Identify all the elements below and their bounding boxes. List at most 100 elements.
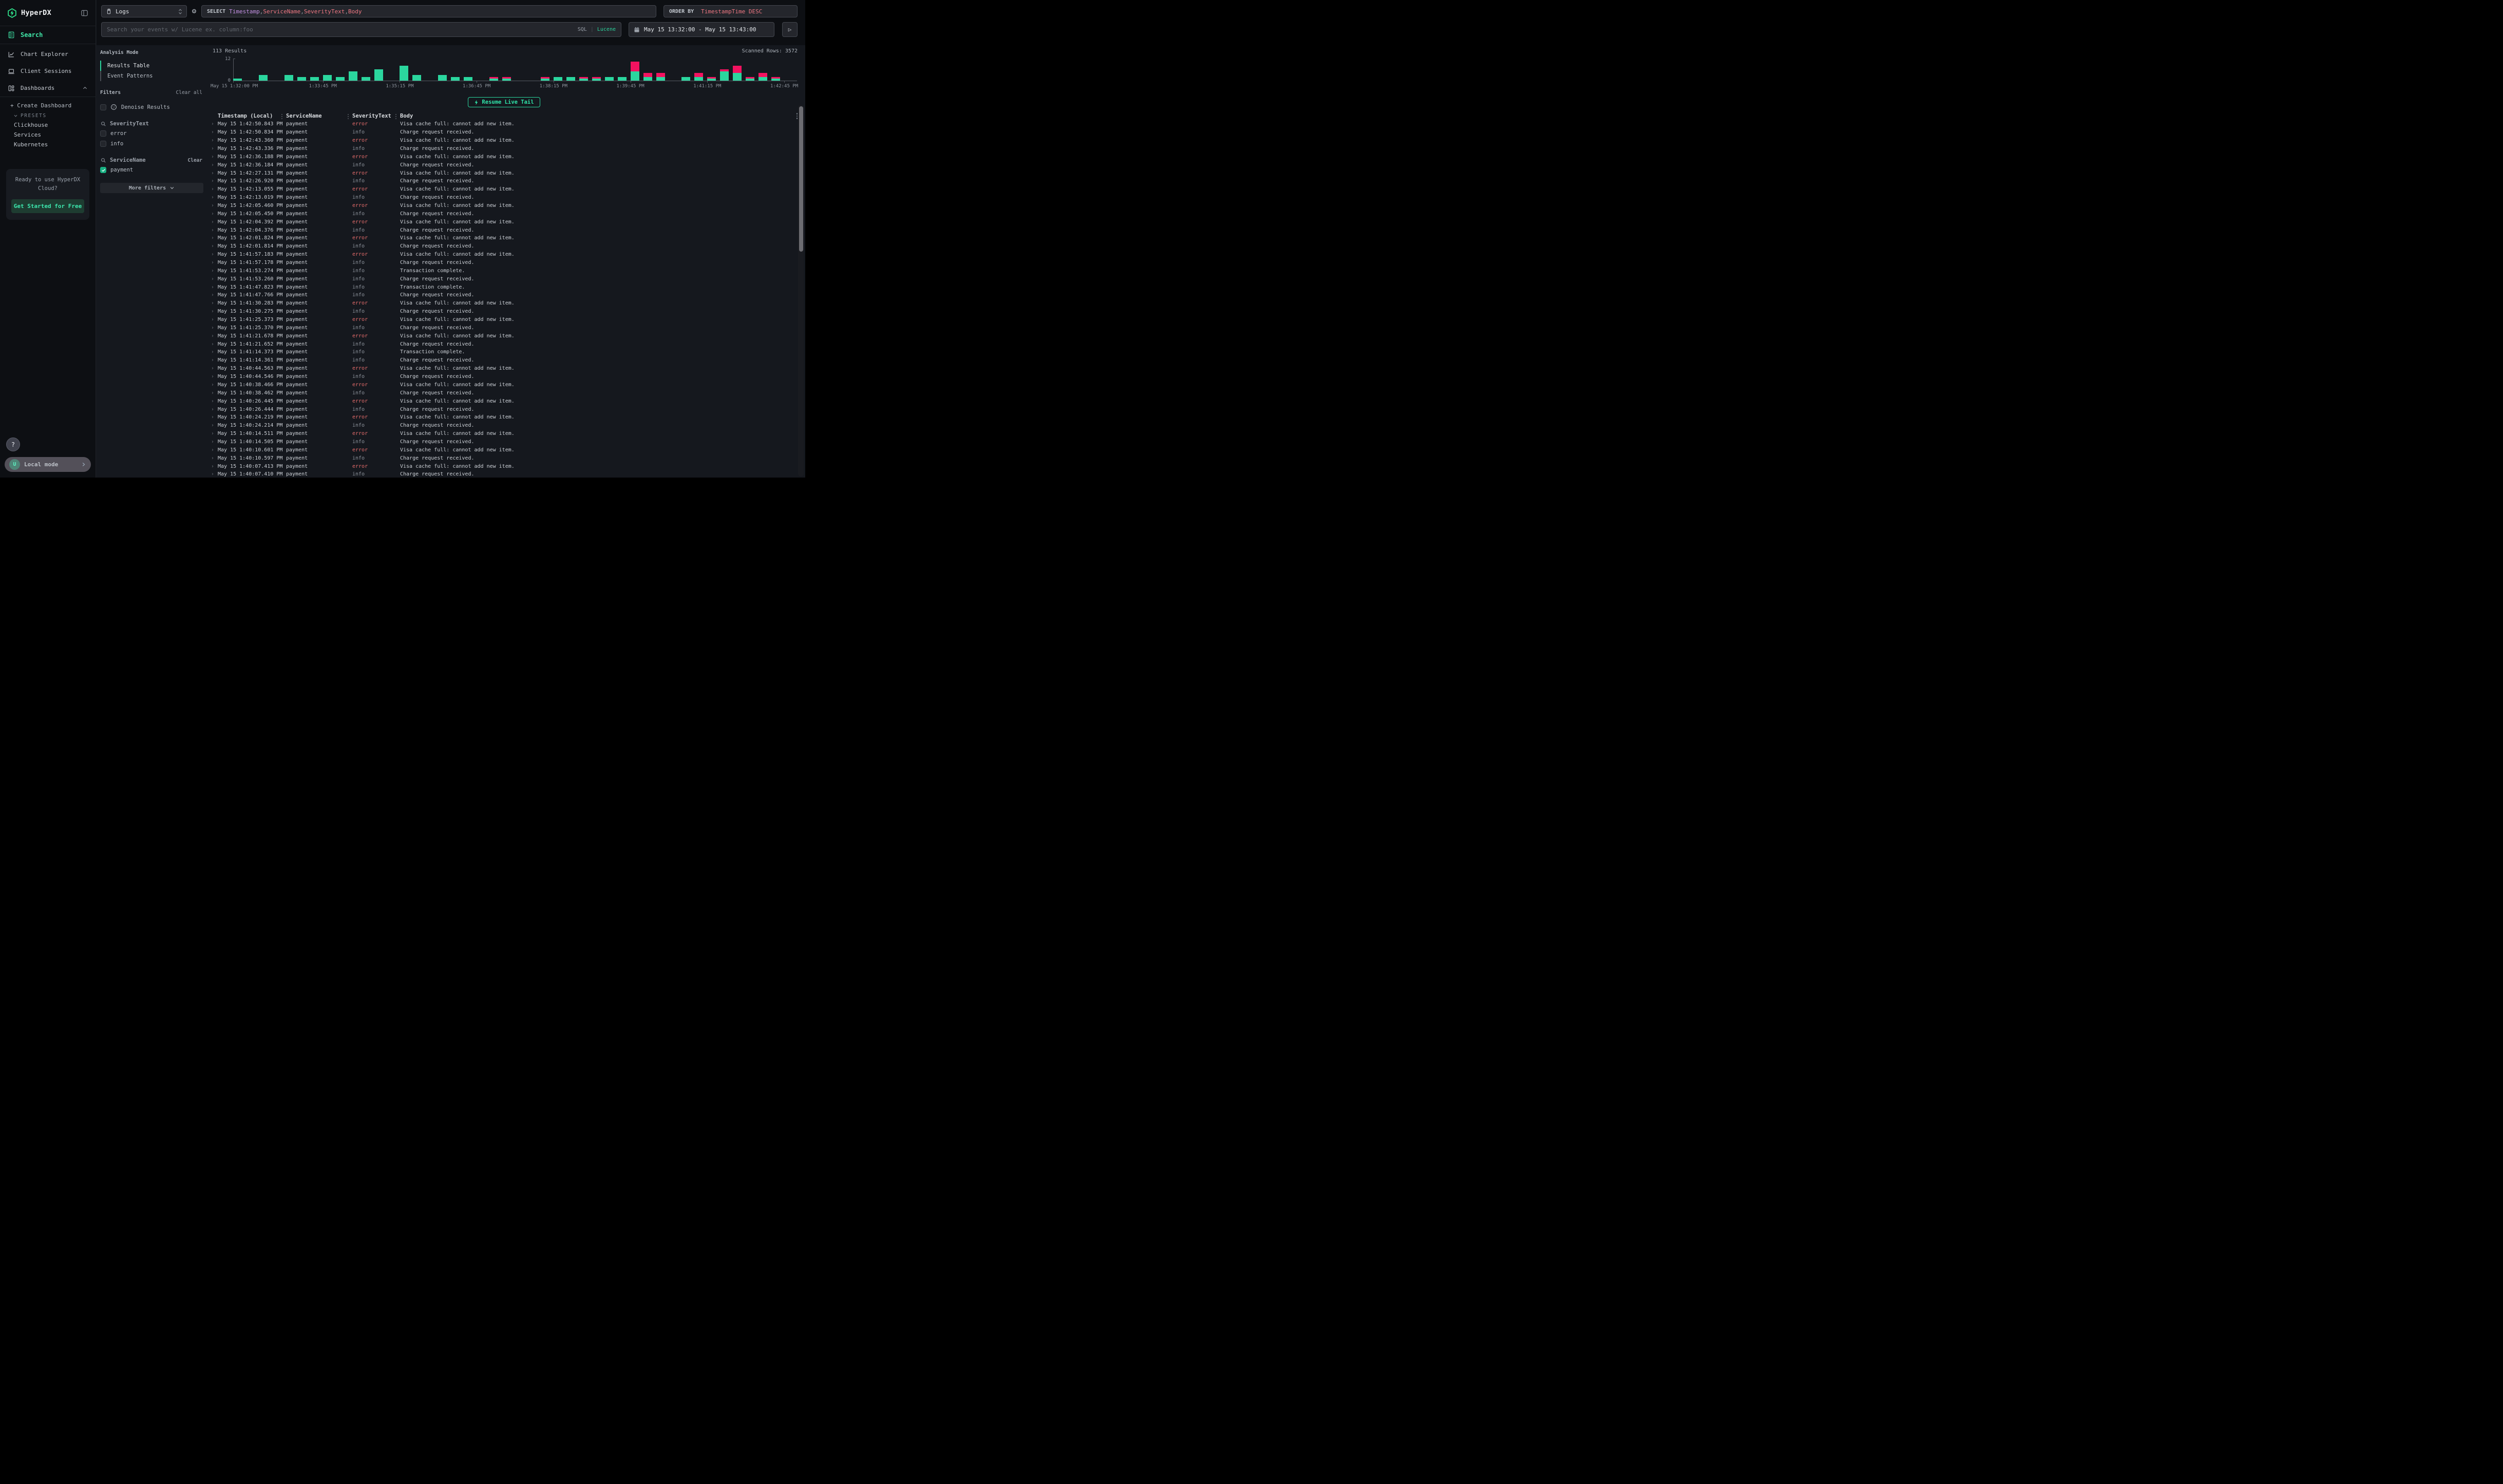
histogram-bar[interactable] <box>605 77 614 81</box>
log-table-row[interactable]: ›May 15 1:40:44.563 PMpaymenterrorVisa c… <box>211 365 798 373</box>
log-table-row[interactable]: ›May 15 1:40:44.546 PMpaymentinfoCharge … <box>211 373 798 381</box>
log-table-row[interactable]: ›May 15 1:41:14.373 PMpaymentinfoTransac… <box>211 348 798 356</box>
source-select[interactable]: Logs <box>101 5 187 17</box>
histogram-bar[interactable] <box>733 66 742 81</box>
log-table-row[interactable]: ›May 15 1:42:36.188 PMpaymenterrorVisa c… <box>211 153 798 161</box>
log-table-row[interactable]: ›May 15 1:42:36.184 PMpaymentinfoCharge … <box>211 161 798 169</box>
histogram-bar[interactable] <box>746 77 754 81</box>
log-table-row[interactable]: ›May 15 1:41:47.766 PMpaymentinfoCharge … <box>211 291 798 299</box>
col-header-body[interactable]: Body <box>400 113 789 119</box>
row-expand-chevron-icon[interactable]: › <box>211 325 218 331</box>
histogram-bar[interactable] <box>310 77 319 81</box>
row-expand-chevron-icon[interactable]: › <box>211 243 218 249</box>
row-expand-chevron-icon[interactable]: › <box>211 178 218 184</box>
histogram-bar[interactable] <box>259 75 268 81</box>
histogram-bar[interactable] <box>541 77 549 81</box>
row-expand-chevron-icon[interactable]: › <box>211 439 218 445</box>
clear-all-filters-button[interactable]: Clear all <box>176 90 202 96</box>
log-table-row[interactable]: ›May 15 1:40:26.445 PMpaymenterrorVisa c… <box>211 397 798 405</box>
log-table-row[interactable]: ›May 15 1:42:13.019 PMpaymentinfoCharge … <box>211 194 798 202</box>
col-header-severitytext[interactable]: SeverityText <box>352 113 400 119</box>
log-table-row[interactable]: ›May 15 1:42:50.843 PMpaymenterrorVisa c… <box>211 120 798 128</box>
row-expand-chevron-icon[interactable]: › <box>211 471 218 477</box>
histogram-bar[interactable] <box>643 73 652 81</box>
row-expand-chevron-icon[interactable]: › <box>211 129 218 135</box>
row-expand-chevron-icon[interactable]: › <box>211 317 218 322</box>
row-expand-chevron-icon[interactable]: › <box>211 366 218 371</box>
row-expand-chevron-icon[interactable]: › <box>211 162 218 168</box>
row-expand-chevron-icon[interactable]: › <box>211 235 218 241</box>
row-expand-chevron-icon[interactable]: › <box>211 203 218 208</box>
log-table-row[interactable]: ›May 15 1:41:53.260 PMpaymentinfoCharge … <box>211 275 798 283</box>
row-expand-chevron-icon[interactable]: › <box>211 138 218 143</box>
histogram-bar[interactable] <box>451 77 460 81</box>
row-expand-chevron-icon[interactable]: › <box>211 252 218 257</box>
row-expand-chevron-icon[interactable]: › <box>211 154 218 160</box>
histogram-bar[interactable] <box>412 75 421 81</box>
row-expand-chevron-icon[interactable]: › <box>211 455 218 461</box>
histogram-bar[interactable] <box>566 77 575 81</box>
get-started-button[interactable]: Get Started for Free <box>11 199 84 213</box>
log-table-row[interactable]: ›May 15 1:41:30.283 PMpaymenterrorVisa c… <box>211 299 798 308</box>
log-table-row[interactable]: ›May 15 1:42:04.376 PMpaymentinfoCharge … <box>211 226 798 234</box>
col-header-servicename[interactable]: ServiceName <box>286 113 352 119</box>
row-expand-chevron-icon[interactable]: › <box>211 333 218 339</box>
error-checkbox[interactable] <box>100 130 106 137</box>
row-expand-chevron-icon[interactable]: › <box>211 382 218 388</box>
row-expand-chevron-icon[interactable]: › <box>211 464 218 469</box>
row-expand-chevron-icon[interactable]: › <box>211 219 218 225</box>
row-expand-chevron-icon[interactable]: › <box>211 195 218 200</box>
order-by-input[interactable]: ORDER BY TimestampTime DESC <box>663 5 798 17</box>
row-expand-chevron-icon[interactable]: › <box>211 292 218 298</box>
log-table-row[interactable]: ›May 15 1:42:50.834 PMpaymentinfoCharge … <box>211 128 798 137</box>
histogram-bar[interactable] <box>759 73 767 81</box>
log-table-row[interactable]: ›May 15 1:40:07.413 PMpaymenterrorVisa c… <box>211 462 798 470</box>
row-expand-chevron-icon[interactable]: › <box>211 341 218 347</box>
log-table-row[interactable]: ›May 15 1:40:14.511 PMpaymenterrorVisa c… <box>211 430 798 438</box>
histogram-bar[interactable] <box>618 77 627 81</box>
log-table-row[interactable]: ›May 15 1:41:53.274 PMpaymentinfoTransac… <box>211 267 798 275</box>
source-settings-gear-icon[interactable]: ⚙ <box>187 7 201 15</box>
select-query-input[interactable]: SELECTTimestamp, ServiceName, SeverityTe… <box>201 5 656 17</box>
row-expand-chevron-icon[interactable]: › <box>211 186 218 192</box>
log-table-row[interactable]: ›May 15 1:42:04.392 PMpaymenterrorVisa c… <box>211 218 798 226</box>
results-histogram[interactable]: 12 0 May 15 1:32:00 PM1:33:45 PM1:35:15 … <box>211 55 798 92</box>
log-table-row[interactable]: ›May 15 1:41:57.183 PMpaymenterrorVisa c… <box>211 251 798 259</box>
histogram-bar[interactable] <box>502 77 511 81</box>
row-expand-chevron-icon[interactable]: › <box>211 407 218 412</box>
log-table-row[interactable]: ›May 15 1:40:14.505 PMpaymentinfoCharge … <box>211 438 798 446</box>
column-resize-handle[interactable] <box>281 114 282 119</box>
log-table-row[interactable]: ›May 15 1:42:01.824 PMpaymenterrorVisa c… <box>211 234 798 242</box>
histogram-bar[interactable] <box>554 77 562 81</box>
payment-checkbox[interactable] <box>100 167 106 173</box>
histogram-bar[interactable] <box>336 77 345 81</box>
log-table-row[interactable]: ›May 15 1:40:38.466 PMpaymenterrorVisa c… <box>211 381 798 389</box>
histogram-bar[interactable] <box>681 77 690 81</box>
preset-dashboard-clickhouse[interactable]: Clickhouse <box>0 120 96 130</box>
log-table-row[interactable]: ›May 15 1:40:07.410 PMpaymentinfoCharge … <box>211 470 798 478</box>
row-expand-chevron-icon[interactable]: › <box>211 211 218 217</box>
column-resize-handle[interactable] <box>348 114 349 119</box>
histogram-bar[interactable] <box>362 77 370 81</box>
log-table-row[interactable]: ›May 15 1:42:13.055 PMpaymenterrorVisa c… <box>211 185 798 194</box>
row-expand-chevron-icon[interactable]: › <box>211 268 218 274</box>
histogram-bar[interactable] <box>592 77 601 81</box>
log-table-row[interactable]: ›May 15 1:41:30.275 PMpaymentinfoCharge … <box>211 308 798 316</box>
sidebar-item-search[interactable]: Search <box>0 26 96 44</box>
run-query-button[interactable]: ▷ <box>782 22 798 37</box>
user-menu[interactable]: U Local mode <box>5 457 91 472</box>
log-table-row[interactable]: ›May 15 1:41:57.178 PMpaymentinfoCharge … <box>211 259 798 267</box>
log-table-row[interactable]: ›May 15 1:41:25.373 PMpaymenterrorVisa c… <box>211 316 798 324</box>
histogram-bar[interactable] <box>349 71 357 81</box>
preset-dashboard-kubernetes[interactable]: Kubernetes <box>0 140 96 149</box>
log-table-row[interactable]: ›May 15 1:41:14.361 PMpaymentinfoCharge … <box>211 356 798 365</box>
log-table-row[interactable]: ›May 15 1:42:43.336 PMpaymentinfoCharge … <box>211 145 798 153</box>
row-expand-chevron-icon[interactable]: › <box>211 227 218 233</box>
log-table-row[interactable]: ›May 15 1:40:24.219 PMpaymenterrorVisa c… <box>211 413 798 422</box>
row-expand-chevron-icon[interactable]: › <box>211 390 218 396</box>
scrollbar-thumb[interactable] <box>799 106 803 252</box>
analysis-mode-results-table[interactable]: Results Table <box>100 61 203 71</box>
row-expand-chevron-icon[interactable]: › <box>211 398 218 404</box>
analysis-mode-event-patterns[interactable]: Event Patterns <box>100 71 203 81</box>
log-table-row[interactable]: ›May 15 1:40:10.601 PMpaymenterrorVisa c… <box>211 446 798 454</box>
